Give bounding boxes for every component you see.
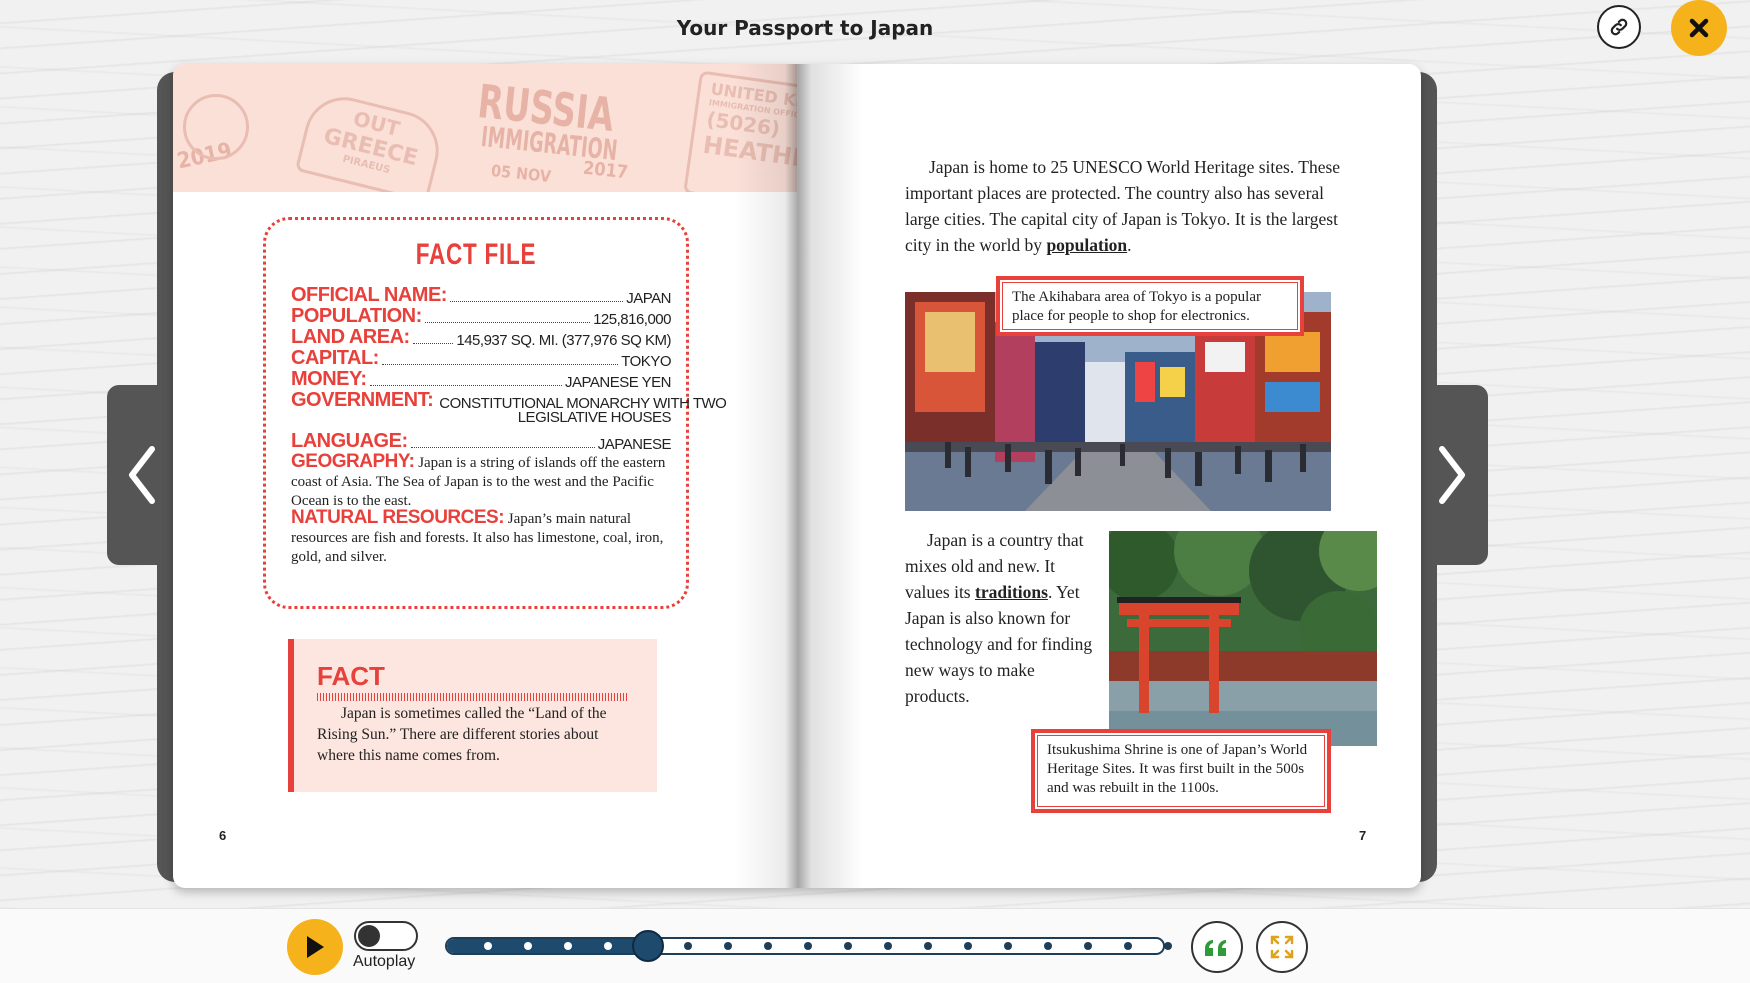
leader-dots bbox=[424, 322, 591, 323]
fact-row-language: LANGUAGE: JAPANESE bbox=[291, 430, 672, 453]
progress-stop[interactable] bbox=[924, 942, 932, 950]
fact-row-official-name: OFFICIAL NAME: JAPAN bbox=[291, 284, 671, 307]
leader-dots bbox=[369, 385, 562, 386]
fact-row-capital: CAPITAL: TOKYO bbox=[291, 347, 671, 370]
fact-row-government-cont: LEGISLATIVE HOUSES bbox=[291, 409, 672, 426]
passport-stamp-banner: 2019 OUT GREECE PIRAEUS RUSSIA IMMIGRATI… bbox=[173, 64, 797, 192]
stamp-circle bbox=[183, 94, 249, 160]
fact-row-population: POPULATION: 125,816,000 bbox=[291, 305, 671, 328]
autoplay-toggle[interactable] bbox=[354, 921, 418, 951]
glossary-link-traditions[interactable]: traditions bbox=[975, 582, 1048, 602]
page-title: Your Passport to Japan bbox=[676, 16, 934, 40]
progress-stop[interactable] bbox=[1004, 942, 1012, 950]
progress-fill bbox=[447, 939, 650, 953]
fact-label: MONEY: bbox=[291, 368, 367, 390]
progress-stop[interactable] bbox=[1124, 942, 1132, 950]
progress-stop[interactable] bbox=[524, 942, 532, 950]
stamp-date: 05 NOV bbox=[490, 160, 552, 187]
fact-geography: GEOGRAPHY: Japan is a string of islands … bbox=[291, 452, 671, 511]
progress-stop[interactable] bbox=[1044, 942, 1052, 950]
progress-stop[interactable] bbox=[964, 942, 972, 950]
fullscreen-button[interactable] bbox=[1256, 921, 1308, 973]
quote-button[interactable] bbox=[1191, 921, 1243, 973]
photo-caption-akihabara: The Akihabara area of Tokyo is a popular… bbox=[996, 276, 1304, 336]
glossary-link-population[interactable]: population bbox=[1046, 235, 1127, 255]
stamp-year: 2017 bbox=[582, 157, 630, 184]
right-paragraph-2: Japan is a country that mixes old and ne… bbox=[905, 527, 1095, 709]
autoplay-label: Autoplay bbox=[353, 953, 416, 970]
fact-file-box: FACT FILE OFFICIAL NAME: JAPAN POPULATIO… bbox=[263, 217, 727, 609]
progress-stop[interactable] bbox=[764, 942, 772, 950]
fact-row-land-area: LAND AREA: 145,937 SQ. MI. (377,976 SQ K… bbox=[291, 326, 671, 349]
copy-link-button[interactable] bbox=[1597, 5, 1641, 49]
progress-stop[interactable] bbox=[684, 942, 692, 950]
fact-label: CAPITAL: bbox=[291, 347, 379, 369]
quote-icon bbox=[1205, 940, 1226, 956]
toggle-knob bbox=[358, 925, 380, 947]
chevron-left-icon bbox=[129, 446, 155, 504]
leader-dots bbox=[381, 364, 619, 365]
progress-stop[interactable] bbox=[884, 942, 892, 950]
progress-stop[interactable] bbox=[564, 942, 572, 950]
chevron-right-icon bbox=[1439, 446, 1465, 504]
close-button[interactable] bbox=[1671, 0, 1727, 56]
play-icon bbox=[307, 936, 324, 958]
fact-file-title: FACT FILE bbox=[415, 238, 537, 271]
leader-dots bbox=[449, 301, 624, 302]
progress-slider-thumb[interactable] bbox=[632, 930, 664, 962]
page-number-right: 7 bbox=[1359, 828, 1367, 843]
right-paragraph-1: Japan is home to 25 UNESCO World Heritag… bbox=[905, 154, 1345, 258]
itsukushima-shrine-photo bbox=[1109, 531, 1377, 746]
stamp-greece: OUT GREECE PIRAEUS bbox=[294, 88, 448, 192]
fact-natural-resources: NATURAL RESOURCES: Japan’s main natural … bbox=[291, 508, 671, 567]
fact-value: LEGISLATIVE HOUSES bbox=[517, 409, 672, 426]
fact-label: POPULATION: bbox=[291, 305, 422, 327]
fullscreen-icon bbox=[1270, 935, 1294, 959]
progress-stop[interactable] bbox=[484, 942, 492, 950]
fact-row-money: MONEY: JAPANESE YEN bbox=[291, 368, 672, 391]
page-number-left: 6 bbox=[219, 828, 227, 843]
leader-dots bbox=[412, 343, 454, 344]
fact-callout-text: Japan is sometimes called the “Land of t… bbox=[317, 705, 607, 764]
link-icon bbox=[1610, 18, 1628, 36]
leader-dots bbox=[410, 447, 595, 448]
fact-label: NATURAL RESOURCES: bbox=[291, 507, 505, 528]
play-button[interactable] bbox=[287, 919, 343, 975]
progress-stop[interactable] bbox=[604, 942, 612, 950]
progress-stop[interactable] bbox=[804, 942, 812, 950]
paragraph-text: . bbox=[1127, 235, 1132, 255]
fact-label: LAND AREA: bbox=[291, 326, 410, 348]
fact-label: GEOGRAPHY: bbox=[291, 451, 415, 472]
torii-gate-illustration bbox=[1109, 531, 1377, 746]
fact-callout-rule bbox=[317, 693, 629, 701]
fact-label: LANGUAGE: bbox=[291, 430, 408, 452]
photo-caption-itsukushima: Itsukushima Shrine is one of Japan’s Wor… bbox=[1031, 729, 1331, 813]
book-gutter bbox=[733, 64, 863, 888]
progress-stop[interactable] bbox=[844, 942, 852, 950]
fact-value: JAPANESE bbox=[597, 436, 672, 453]
progress-stop[interactable] bbox=[724, 942, 732, 950]
progress-stop[interactable] bbox=[1164, 942, 1172, 950]
fact-label: OFFICIAL NAME: bbox=[291, 284, 447, 306]
fact-callout: FACT Japan is sometimes called the “Land… bbox=[288, 639, 657, 792]
close-icon bbox=[1689, 18, 1709, 38]
book-spread: 2019 OUT GREECE PIRAEUS RUSSIA IMMIGRATI… bbox=[173, 64, 1421, 888]
fact-callout-title: FACT bbox=[317, 661, 385, 691]
progress-stop[interactable] bbox=[1084, 942, 1092, 950]
